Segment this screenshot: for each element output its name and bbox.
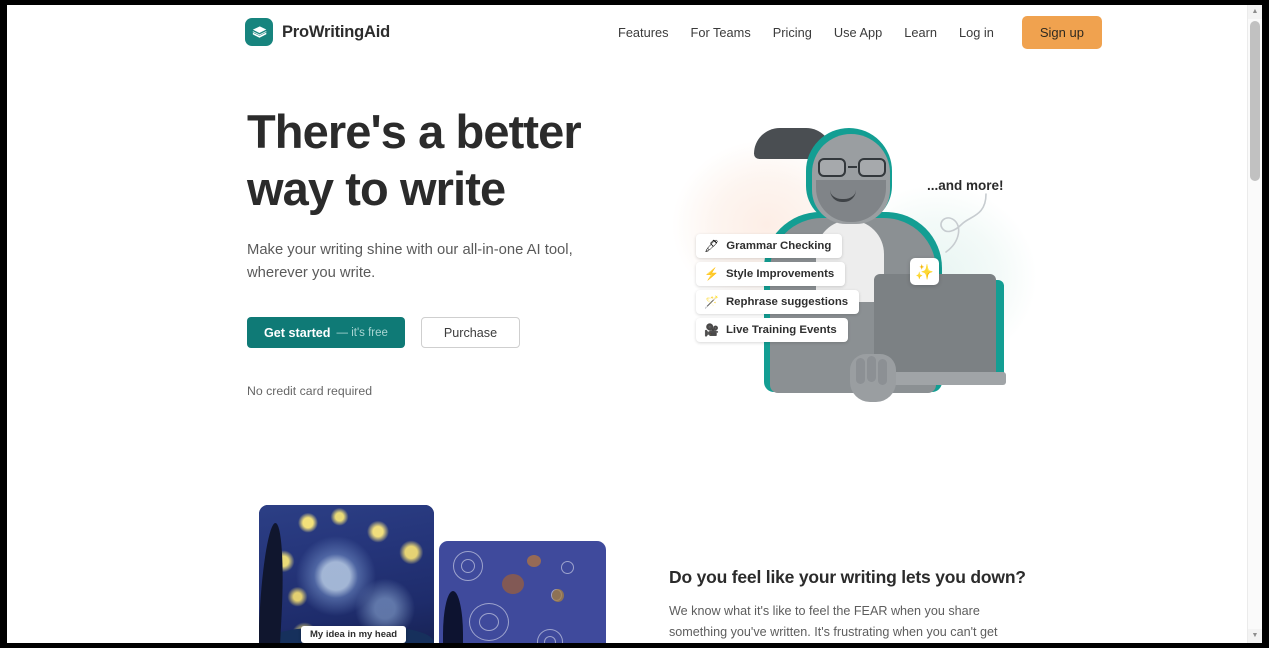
brand-name: ProWritingAid xyxy=(282,22,391,41)
vertical-scrollbar[interactable]: ▲ ▼ xyxy=(1247,5,1262,643)
doodle-star-warm xyxy=(552,589,564,602)
scroll-up-arrow[interactable]: ▲ xyxy=(1248,5,1262,19)
hero-section: There's a better way to write Make your … xyxy=(247,103,637,398)
glasses-left-lens xyxy=(818,158,846,177)
feature-chip-style-improvements[interactable]: ⚡ Style Improvements xyxy=(696,262,846,286)
nav-link-use-app[interactable]: Use App xyxy=(823,19,893,46)
before-after-illustration: My idea in my head xyxy=(259,505,606,643)
nav-link-learn[interactable]: Learn xyxy=(893,19,948,46)
feature-chip-label: Live Training Events xyxy=(725,324,837,336)
finger xyxy=(867,356,876,382)
glasses-right-lens xyxy=(858,158,886,177)
page-content: ProWritingAid Features For Teams Pricing… xyxy=(7,5,1247,643)
scrollbar-thumb[interactable] xyxy=(1250,21,1260,181)
no-credit-card-note: No credit card required xyxy=(247,384,373,398)
nav-link-log-in[interactable]: Log in xyxy=(948,19,1005,46)
get-started-button[interactable]: Get started — it's free xyxy=(247,317,405,348)
section-body-text: We know what it's like to feel the FEAR … xyxy=(669,604,998,639)
hero-subtitle: Make your writing shine with our all-in-… xyxy=(247,242,573,281)
starry-night-painting-card: My idea in my head xyxy=(259,505,434,643)
browser-window-frame: ProWritingAid Features For Teams Pricing… xyxy=(0,0,1269,648)
nav-link-pricing[interactable]: Pricing xyxy=(762,19,823,46)
primary-navigation: Features For Teams Pricing Use App Learn… xyxy=(607,16,1102,49)
painting-sky xyxy=(259,505,434,643)
video-camera-icon: 🎥 xyxy=(704,323,719,337)
hero-illustration: ✨ ...and more! 🖋 Grammar Checking ⚡ Styl… xyxy=(662,110,1037,402)
doodle-swirl-inner xyxy=(461,559,475,573)
doodle-swirl-inner xyxy=(479,613,499,631)
flat-cypress-tree xyxy=(443,591,463,643)
page-viewport: ProWritingAid Features For Teams Pricing… xyxy=(7,5,1262,643)
feature-chip-rephrase-suggestions[interactable]: 🪄 Rephrase suggestions xyxy=(696,290,860,314)
site-header: ProWritingAid Features For Teams Pricing… xyxy=(7,5,1247,61)
stacked-pages-icon xyxy=(245,18,273,46)
hero-cta-row: Get started — it's free Purchase xyxy=(247,317,637,348)
glasses-bridge xyxy=(848,166,857,169)
eyeglasses-icon xyxy=(816,158,888,178)
feature-chip-list: 🖋 Grammar Checking ⚡ Style Improvements … xyxy=(696,234,860,342)
lightning-bolt-icon: ⚡ xyxy=(704,267,719,281)
doodle-swirl-inner xyxy=(544,636,556,643)
flat-doodle-card xyxy=(439,541,606,643)
hero-title-line-2: way to write xyxy=(247,162,506,215)
purchase-button[interactable]: Purchase xyxy=(420,317,521,348)
feature-chip-live-training-events[interactable]: 🎥 Live Training Events xyxy=(696,318,848,342)
doodle-star-warm xyxy=(502,574,524,594)
get-started-label: Get started xyxy=(264,325,331,340)
painting-caption: My idea in my head xyxy=(301,626,407,643)
get-started-note: — it's free xyxy=(336,326,388,339)
section-heading: Do you feel like your writing lets you d… xyxy=(669,567,1026,587)
magic-wand-icon: 🪄 xyxy=(704,295,719,309)
feature-chip-label: Rephrase suggestions xyxy=(725,296,849,308)
hero-title-line-1: There's a better xyxy=(247,105,582,158)
doodle-star-warm xyxy=(527,555,541,567)
scroll-down-arrow[interactable]: ▼ xyxy=(1248,629,1262,643)
writing-lets-you-down-section: Do you feel like your writing lets you d… xyxy=(669,567,1026,643)
brand-logo-link[interactable]: ProWritingAid xyxy=(245,18,390,46)
feature-chip-grammar-checking[interactable]: 🖋 Grammar Checking xyxy=(696,234,843,258)
page-title: There's a better way to write xyxy=(247,103,637,217)
feature-chip-label: Grammar Checking xyxy=(726,240,832,252)
finger xyxy=(878,359,887,385)
person-hand xyxy=(850,354,896,402)
doodle-star xyxy=(561,561,574,574)
curved-loop-arrow-icon xyxy=(940,193,987,253)
finger xyxy=(856,358,865,384)
quill-pen-icon: 🖋 xyxy=(704,239,720,253)
nav-link-for-teams[interactable]: For Teams xyxy=(680,19,762,46)
nav-link-features[interactable]: Features xyxy=(607,19,680,46)
sign-up-button[interactable]: Sign up xyxy=(1021,16,1102,49)
feature-chip-label: Style Improvements xyxy=(725,268,835,280)
